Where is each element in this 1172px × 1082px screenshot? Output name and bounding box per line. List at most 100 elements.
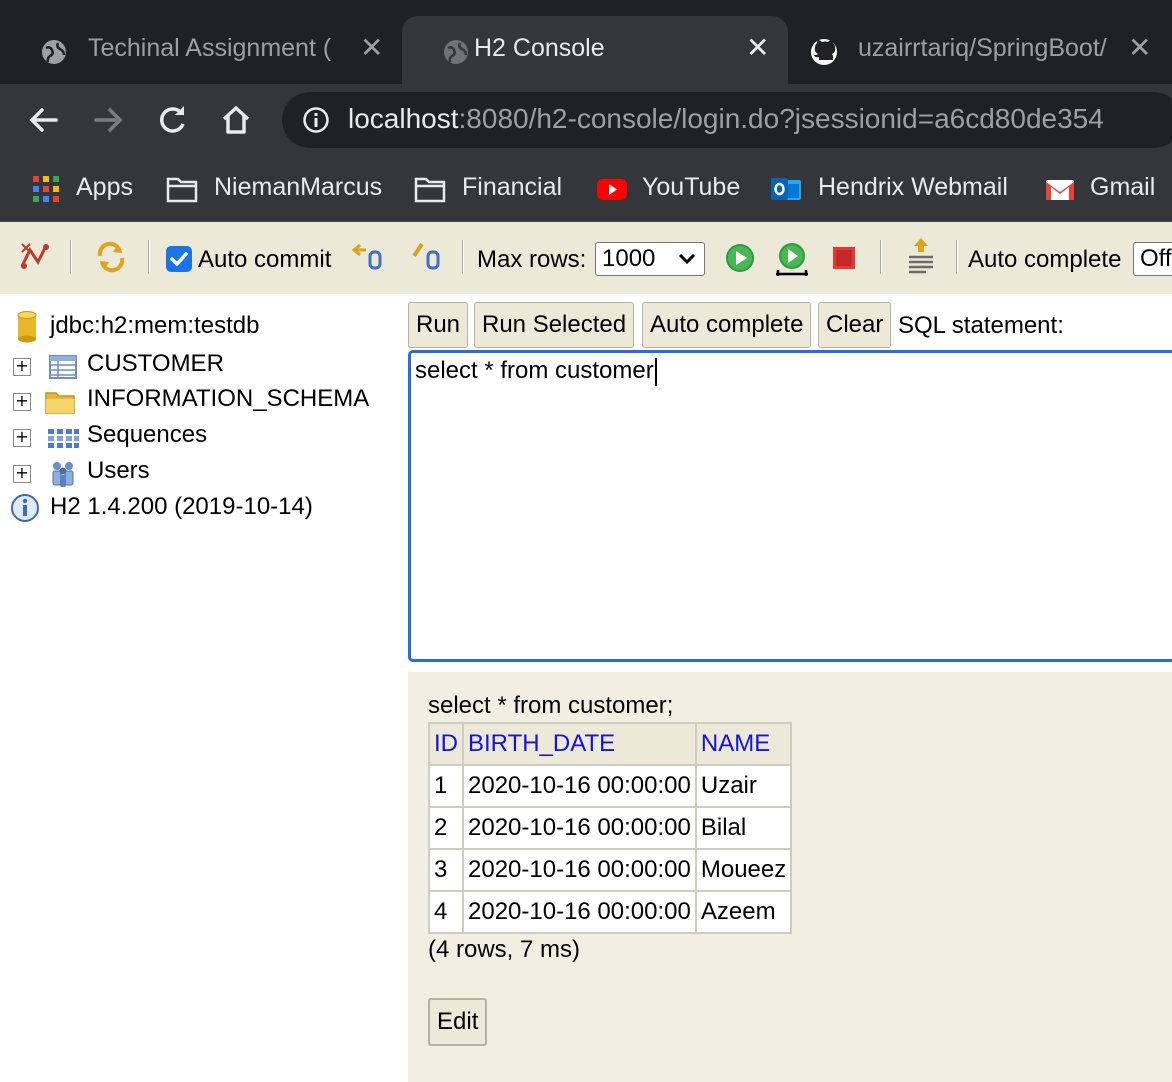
connection-url: jdbc:h2:mem:testdb [50,312,260,339]
reload-icon[interactable] [152,100,192,140]
auto-commit-checkbox[interactable] [166,246,192,272]
schema-tree: jdbc:h2:mem:testdb + CUSTOMER + INFORMAT… [0,294,408,1082]
sql-statement-label: SQL statement: [898,312,1064,339]
disconnect-icon[interactable] [18,240,52,274]
cell-birth-date: 2020-10-16 00:00:00 [462,890,697,934]
folder-icon [45,392,75,414]
column-header-id[interactable]: ID [428,722,464,766]
rollback-icon[interactable] [348,240,384,274]
github-icon [811,39,837,65]
address-bar[interactable]: localhost:8080/h2-console/login.do?jsess… [282,92,1172,148]
table-header-row: ID BIRTH_DATE NAME [428,722,793,766]
bookmark-label: Apps [76,173,133,201]
url-host: localhost [348,103,459,134]
sequences-icon [48,429,79,448]
run-selected-icon[interactable] [772,240,812,278]
cell-name: Azeem [694,890,793,934]
max-rows-select[interactable]: 1000 [595,242,705,276]
close-icon[interactable]: ✕ [1128,32,1151,64]
tab-h2-console[interactable]: H2 Console ✕ [402,16,788,84]
forward-icon[interactable] [88,100,128,140]
users-icon [52,462,74,487]
back-icon[interactable] [24,100,64,140]
home-icon[interactable] [216,100,256,140]
toolbar-divider [956,240,958,274]
folder-icon [166,177,198,203]
max-rows-value: 1000 [602,245,656,272]
h2-toolbar: Auto commit Max rows: 1000 Auto complete… [0,222,1172,294]
tab-techinal-assignment[interactable]: Techinal Assignment (1 ✕ [0,16,402,84]
bookmark-label: Financial [462,173,563,201]
tree-item-label: Users [87,457,150,484]
history-icon[interactable] [904,236,938,276]
cell-name: Bilal [694,806,793,850]
cell-id: 1 [428,764,464,808]
bookmark-label: Gmail [1090,173,1156,201]
refresh-icon[interactable] [94,240,128,274]
stop-icon[interactable] [830,244,858,272]
cell-birth-date: 2020-10-16 00:00:00 [462,764,697,808]
site-info-icon[interactable] [302,106,330,134]
expand-icon[interactable]: + [13,465,31,483]
tab-title: Techinal Assignment (1 [88,34,333,62]
query-panel: Run Run Selected Auto complete Clear SQL… [408,294,1172,666]
auto-complete-select[interactable]: Off [1133,242,1172,276]
bookmark-label: NiemanMarcus [214,173,383,201]
result-table: ID BIRTH_DATE NAME 1 2020-10-16 00:00:00… [428,722,793,934]
youtube-icon [597,179,627,200]
close-icon[interactable]: ✕ [746,32,769,64]
cell-birth-date: 2020-10-16 00:00:00 [462,806,697,850]
sql-editor[interactable]: select * from customer [408,350,1172,662]
text-caret [654,357,657,386]
url-path: :8080/h2-console/login.do?jsessionid=a6c… [458,103,1104,134]
edit-button[interactable]: Edit [428,998,488,1046]
column-header-name[interactable]: NAME [694,722,793,766]
max-rows-label: Max rows: [477,246,587,273]
table-row: 4 2020-10-16 00:00:00 Azeem [428,890,793,934]
result-query-text: select * from customer; [428,692,674,719]
browser-tabstrip: Techinal Assignment (1 ✕ H2 Console ✕ uz… [0,0,1172,84]
tab-github-repo[interactable]: uzairrtariq/SpringBoot/ ✕ [790,16,1172,84]
bookmarks-bar: Apps NiemanMarcus Financial YouTube Hend… [0,156,1172,222]
table-row: 1 2020-10-16 00:00:00 Uzair [428,764,793,808]
result-panel: select * from customer; ID BIRTH_DATE NA… [408,672,1172,1082]
auto-complete-value: Off [1140,245,1172,272]
apps-grid-icon [33,176,59,202]
gmail-icon [1046,180,1074,200]
run-selected-button[interactable]: Run Selected [474,302,635,348]
h2-version: H2 1.4.200 (2019-10-14) [50,493,313,520]
cell-name: Moueez [694,848,793,892]
expand-icon[interactable]: + [13,358,31,376]
auto-complete-button[interactable]: Auto complete [642,302,812,348]
result-summary: (4 rows, 7 ms) [428,936,581,963]
cell-id: 3 [428,848,464,892]
run-icon[interactable] [724,242,756,274]
expand-icon[interactable]: + [13,429,31,447]
table-icon [49,355,77,379]
tree-item-label: CUSTOMER [87,350,224,377]
auto-commit-label: Auto commit [198,246,332,273]
run-button[interactable]: Run [408,302,469,348]
close-icon[interactable]: ✕ [360,32,383,64]
toolbar-divider [880,240,882,274]
tree-item-label: Sequences [87,421,208,448]
cell-birth-date: 2020-10-16 00:00:00 [462,848,697,892]
tab-title: uzairrtariq/SpringBoot/ [858,34,1107,62]
cell-id: 2 [428,806,464,850]
commit-icon[interactable] [408,240,444,274]
sql-text: select * from customer [415,357,654,384]
table-row: 3 2020-10-16 00:00:00 Moueez [428,848,793,892]
url-text: localhost:8080/h2-console/login.do?jsess… [348,103,1104,135]
bookmark-label: YouTube [642,173,741,201]
chevron-down-icon [678,253,696,265]
bookmark-label: Hendrix Webmail [818,173,1008,201]
folder-icon [414,177,446,203]
globe-icon [42,40,66,64]
toolbar-divider [70,240,72,274]
cell-id: 4 [428,890,464,934]
tab-title: H2 Console [474,34,605,62]
expand-icon[interactable]: + [13,393,31,411]
column-header-birth-date[interactable]: BIRTH_DATE [462,722,697,766]
info-icon [11,494,39,522]
clear-button[interactable]: Clear [818,302,892,348]
